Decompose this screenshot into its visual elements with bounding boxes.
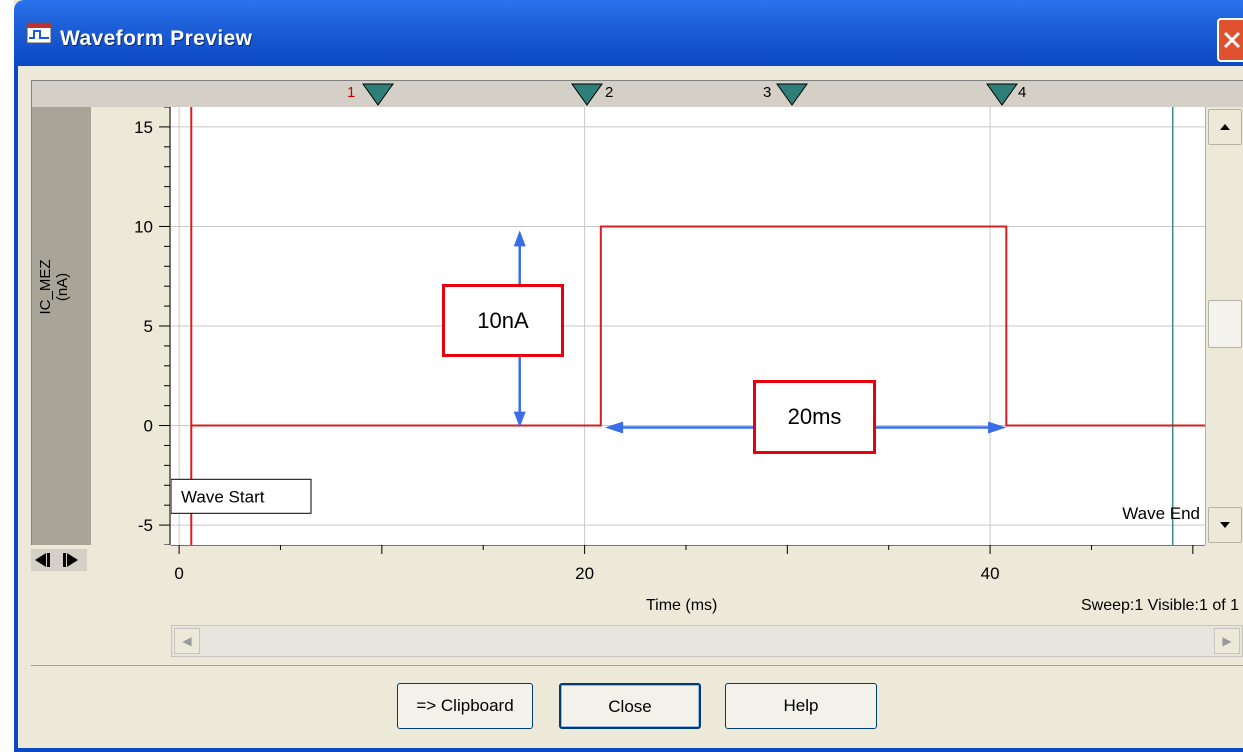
- scroll-right-icon[interactable]: ▶: [1214, 628, 1240, 654]
- x-tick-label: 20: [575, 564, 594, 583]
- arrow-head-up-icon: [513, 230, 526, 247]
- x-tick-label: 0: [174, 564, 183, 583]
- y-tick-label: 10: [134, 217, 153, 236]
- x-tick-label: 40: [981, 564, 1000, 583]
- close-x-icon[interactable]: [1217, 18, 1243, 62]
- y-tick-label: 0: [144, 417, 153, 436]
- y-tick-label: -5: [138, 516, 153, 535]
- marker-triangle-icon: [776, 83, 808, 106]
- scroll-left-icon[interactable]: ◀: [174, 628, 200, 654]
- x-axis: 0 20 40: [171, 545, 1205, 583]
- y-axis: -5 0 5 10 15: [134, 106, 171, 546]
- y-tick-label: 15: [134, 118, 153, 137]
- close-button[interactable]: Close: [559, 683, 701, 729]
- arrow-head-right-icon: [988, 421, 1007, 434]
- y-axis-label-panel: [31, 107, 92, 545]
- y-tick-label: 5: [144, 317, 153, 336]
- plot-area[interactable]: Wave Start Wave End 10nA 20ms: [171, 107, 1205, 545]
- marker-4-label: 4: [1018, 84, 1027, 101]
- divider: [31, 665, 1243, 666]
- y-axis-label: IC_MEZ (nA): [37, 259, 71, 314]
- clipboard-button[interactable]: => Clipboard: [397, 683, 533, 729]
- waveform-chart: Wave Start Wave End: [171, 107, 1205, 545]
- y-tick-area: -5 0 5 10 15: [91, 106, 171, 546]
- y-axis-signal-name: IC_MEZ: [37, 259, 54, 315]
- arrow-head-left-icon: [604, 421, 624, 434]
- window-frame-left: [14, 66, 18, 752]
- x-axis-label: Time (ms): [645, 597, 718, 614]
- marker-triangle-icon: [571, 83, 603, 106]
- marker-strip: 1 2 3 4: [31, 80, 1243, 107]
- horizontal-scrollbar[interactable]: ◀ ▶: [171, 625, 1243, 657]
- window-frame-bottom: [14, 748, 1243, 752]
- marker-triangle-icon: [986, 83, 1018, 106]
- marker-3-label: 3: [763, 84, 772, 101]
- scroll-down-icon[interactable]: [1208, 507, 1242, 543]
- scroll-up-icon[interactable]: [1208, 109, 1242, 145]
- marker-2-label: 2: [605, 84, 614, 101]
- vertical-scrollbar[interactable]: [1205, 107, 1243, 545]
- wave-start-label: Wave Start: [171, 478, 312, 514]
- sweep-status: Sweep:1 Visible:1 of 1: [1080, 597, 1239, 614]
- x-axis-area: 0 20 40 Time (ms) Sweep:1 Visible:1 of 1: [31, 545, 1243, 625]
- wave-start-text: Wave Start: [181, 487, 265, 506]
- wave-end-text: Wave End: [1122, 504, 1200, 523]
- marker-1-label: 1: [347, 84, 356, 101]
- y-axis-unit: (nA): [54, 272, 71, 302]
- title-bar[interactable]: Waveform Preview: [14, 0, 1243, 66]
- duration-annotation: 20ms: [753, 380, 876, 454]
- marker-triangle-icon: [362, 83, 394, 106]
- help-button[interactable]: Help: [725, 683, 877, 729]
- amplitude-annotation: 10nA: [442, 284, 564, 357]
- waveform-app-icon: [26, 22, 52, 44]
- window-title: Waveform Preview: [60, 27, 253, 50]
- scroll-thumb[interactable]: [1208, 300, 1242, 348]
